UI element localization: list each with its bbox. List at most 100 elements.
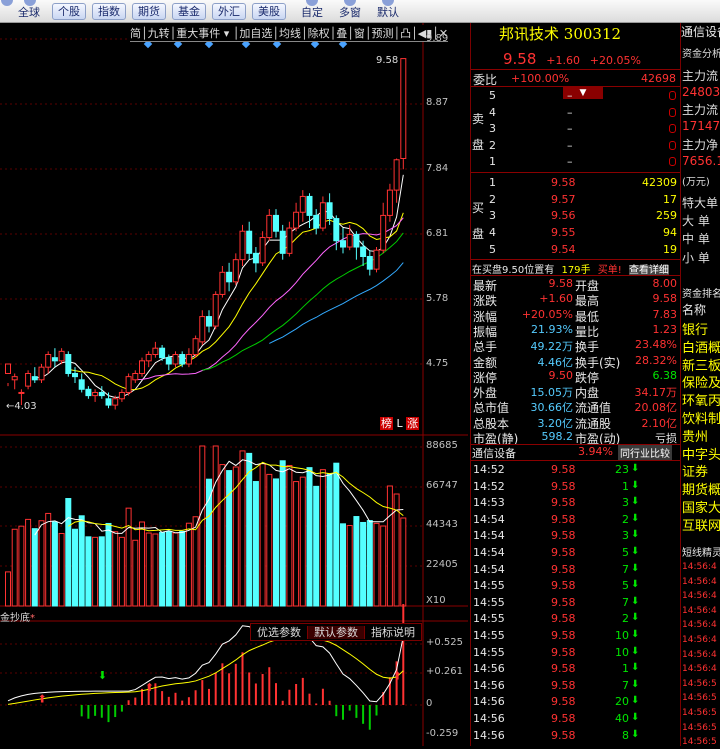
rank-item[interactable]: 国家大: [682, 497, 720, 516]
osc-axis-0: +0.525: [426, 637, 464, 648]
tick-time: 14:54: [473, 546, 505, 559]
compare-industry-button[interactable]: 同行业比较: [618, 445, 672, 460]
sector-name[interactable]: 通信设备: [472, 447, 516, 460]
tick-time: 14:54: [473, 562, 505, 576]
rank-item[interactable]: 白酒概: [682, 337, 720, 356]
sell-signal-arrow: ⬇: [98, 669, 107, 682]
news-time[interactable]: 14:56:4: [682, 635, 717, 645]
buy-level-price: 9.55: [551, 226, 576, 240]
news-time[interactable]: 14:56:5: [682, 679, 717, 689]
rank-item[interactable]: 证券: [682, 461, 708, 480]
far-header: 通信设备: [681, 25, 720, 39]
far-label: 24803: [682, 85, 720, 99]
news-time[interactable]: 14:56:5: [682, 708, 717, 718]
volume-bar: [319, 469, 326, 607]
sell-level-marker[interactable]: [669, 157, 676, 166]
news-time[interactable]: 14:56:4: [682, 664, 717, 674]
multi-window-button[interactable]: 多窗: [336, 0, 364, 23]
default-button[interactable]: 默认: [374, 0, 402, 23]
tab-default-params[interactable]: 默认参数: [308, 626, 365, 639]
news-time[interactable]: 14:56:4: [682, 591, 717, 601]
tick-price: 9.58: [551, 595, 576, 609]
rank-item[interactable]: 贵州: [682, 426, 708, 445]
tick-time: 14:55: [473, 645, 505, 659]
candle-body: [185, 354, 192, 365]
volume-bar: [239, 450, 246, 607]
tick-down-arrow: ⬇: [631, 595, 640, 607]
news-time[interactable]: 14:56:5: [682, 693, 717, 703]
kline-chart-pane[interactable]: ⬆⬇⬆⬆⬇⬆ 简│九转│重大事件 ▾ │加自选│均线│除权│叠│窗│预测│凸│◀…: [0, 23, 468, 746]
tick-down-arrow: ⬇: [631, 529, 640, 541]
buy-level-volume: 17: [663, 192, 677, 206]
forex-button[interactable]: 外汇: [212, 3, 246, 20]
news-time[interactable]: 14:56:5: [682, 723, 717, 733]
buy-level-price: 9.58: [551, 176, 576, 189]
volume-bar: [326, 473, 333, 607]
news-time[interactable]: 14:56:4: [682, 650, 717, 660]
major-events-button[interactable]: 重大事件: [176, 27, 220, 40]
volume-bar: [98, 536, 105, 607]
sell-level-marker[interactable]: [669, 91, 676, 100]
indicator-name[interactable]: 金抄底*: [0, 609, 35, 624]
overlay-button[interactable]: 叠: [336, 27, 347, 40]
stat-value: 30.66亿: [530, 401, 574, 415]
ex-rights-button[interactable]: 除权: [308, 27, 330, 40]
candle-body: [232, 259, 239, 283]
window-button[interactable]: 窗: [354, 27, 365, 40]
rank-item[interactable]: 期货概: [682, 479, 720, 498]
back-icon[interactable]: [0, 0, 14, 23]
futures-button[interactable]: 期货: [132, 3, 166, 20]
add-watchlist-button[interactable]: 加自选: [239, 27, 272, 40]
limit-up-badge[interactable]: 涨: [406, 417, 420, 430]
news-time[interactable]: 14:56:4: [682, 606, 717, 616]
rank-item[interactable]: 环氧丙: [682, 390, 720, 409]
volume-bar: [299, 476, 306, 607]
nine-turn-button[interactable]: 九转: [148, 27, 170, 40]
sell-level-marker[interactable]: [669, 124, 676, 133]
l-badge[interactable]: L: [397, 417, 403, 430]
news-time[interactable]: 14:56:4: [682, 562, 717, 572]
rank-item[interactable]: 互联网: [682, 515, 720, 534]
news-time[interactable]: 14:56:5: [682, 737, 717, 746]
tick-price: 9.58: [551, 463, 576, 476]
rank-item[interactable]: 银行: [682, 319, 708, 338]
rank-item[interactable]: 饮料制: [682, 408, 720, 427]
simple-button[interactable]: 简: [130, 27, 141, 40]
forecast-button[interactable]: 预测: [372, 27, 394, 40]
us-stock-button[interactable]: 美股: [252, 3, 286, 20]
far-label: 特大单: [682, 196, 719, 210]
volume-bar: [159, 532, 166, 607]
stock-button[interactable]: 个股: [52, 3, 86, 20]
ma-button[interactable]: 均线: [279, 27, 301, 40]
sell-level-marker[interactable]: [669, 140, 676, 150]
tick-time: 14:56: [473, 728, 505, 742]
candle-body: [92, 391, 99, 397]
stat-value: 15.05万: [530, 386, 574, 400]
sell-level-marker[interactable]: [669, 107, 676, 117]
tick-volume: 7: [622, 562, 629, 576]
fund-button[interactable]: 基金: [172, 3, 206, 20]
stat-value: 8.00: [652, 277, 678, 290]
rank-badge[interactable]: 榜: [380, 417, 393, 430]
custom-button[interactable]: 自定: [298, 0, 326, 23]
news-time[interactable]: 14:56:4: [682, 577, 717, 587]
candle-body: [386, 189, 393, 216]
price-axis-3: 6.81: [426, 228, 449, 239]
tick-down-arrow: ⬇: [631, 579, 640, 591]
stat-value: 7.83: [652, 307, 678, 321]
tab-indicator-help[interactable]: 指标说明: [365, 626, 421, 639]
weibi-value: +100.00%: [511, 72, 570, 85]
global-button[interactable]: 全球: [18, 0, 42, 23]
news-time[interactable]: 14:56:4: [682, 620, 717, 630]
rank-item[interactable]: 中字头: [682, 444, 720, 463]
tick-volume: 10: [615, 645, 629, 659]
bag-icon[interactable]: 凸: [400, 27, 411, 40]
volume-bar: [252, 481, 259, 607]
candle-body: [266, 214, 273, 239]
tab-optimal-params[interactable]: 优选参数: [251, 626, 308, 639]
index-button[interactable]: 指数: [92, 3, 126, 20]
indicator-name-text: 金抄底: [0, 613, 30, 624]
rank-item[interactable]: 新三板: [682, 355, 720, 374]
rank-item[interactable]: 保险及: [682, 372, 720, 391]
candle-body: [212, 293, 219, 327]
